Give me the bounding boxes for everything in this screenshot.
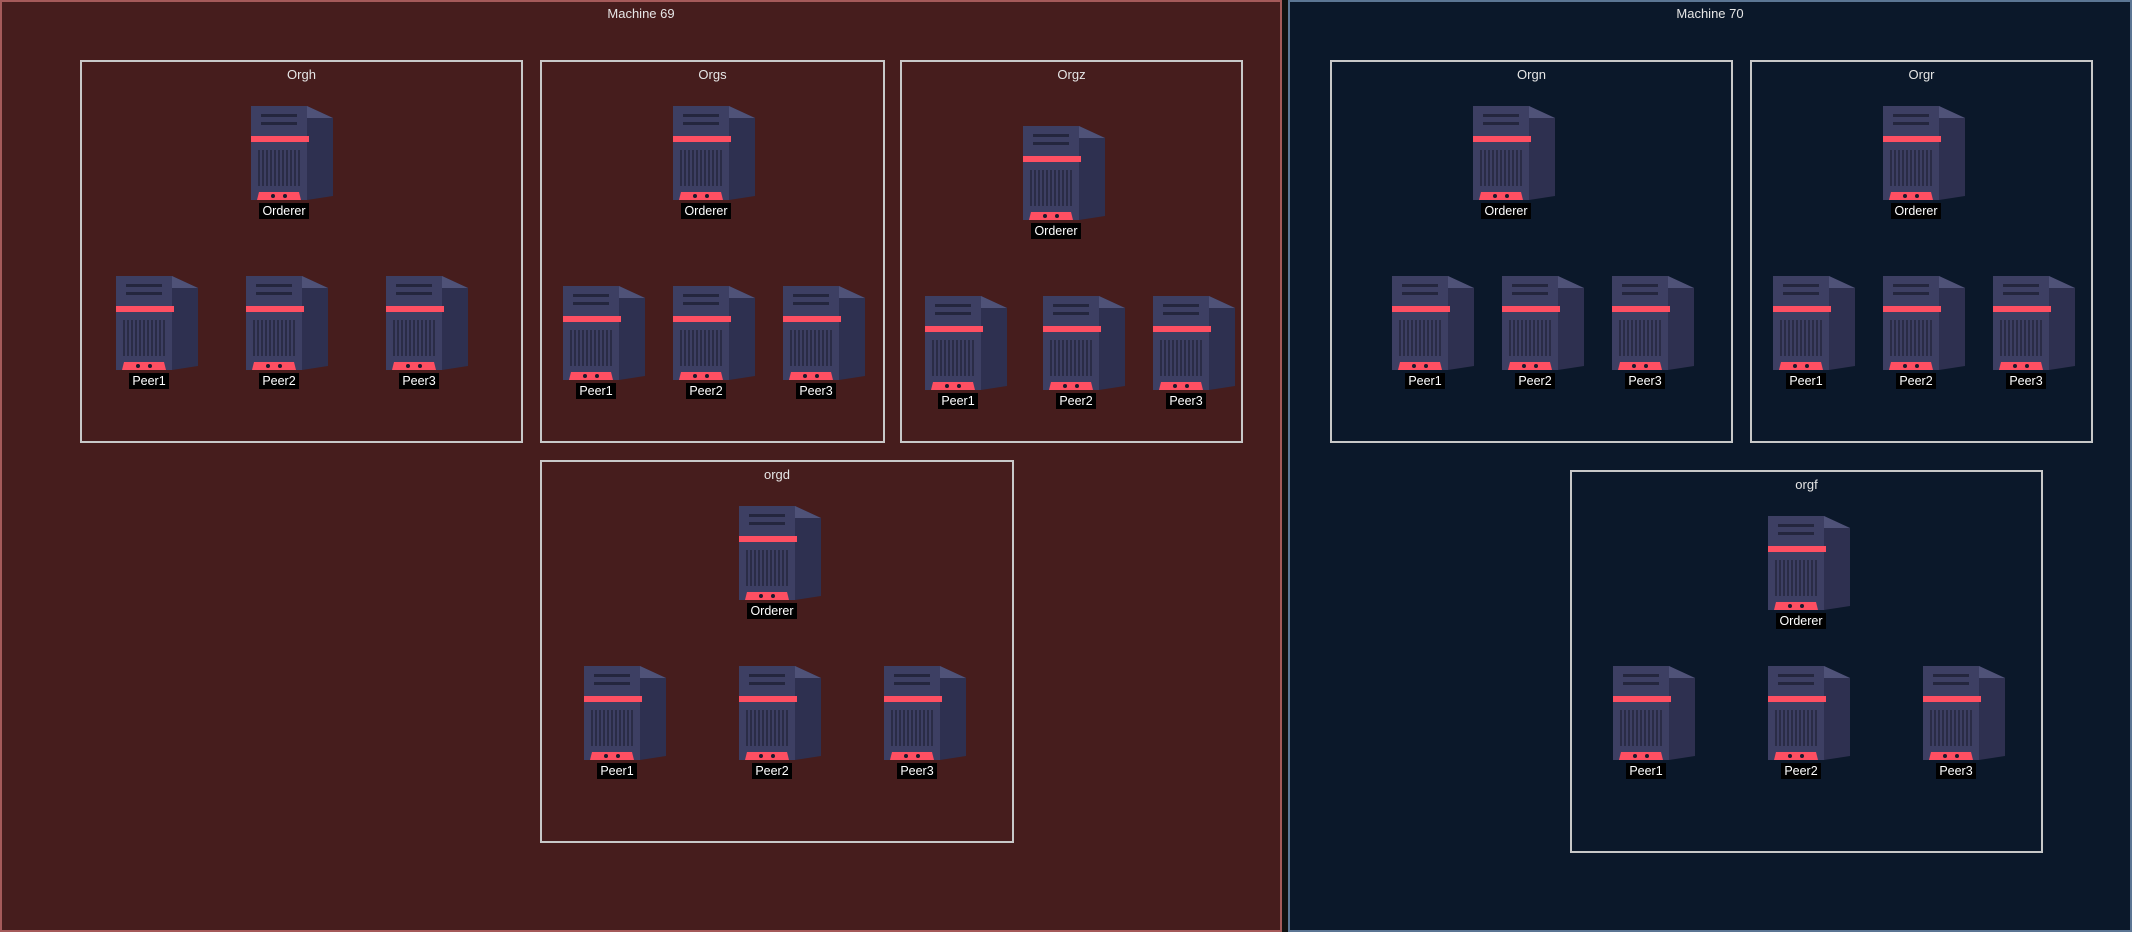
peer-node[interactable]: Peer3 — [1131, 292, 1241, 416]
peer-node[interactable]: Peer1 — [541, 282, 651, 406]
orderer-node[interactable]: Orderer — [229, 102, 339, 226]
org-title: Orgr — [1908, 67, 1935, 82]
peer-label: Peer1 — [1405, 373, 1445, 389]
peer-node[interactable]: Peer3 — [1971, 272, 2081, 396]
peer-label: Peer3 — [2006, 373, 2046, 389]
orderer-node[interactable]: Orderer — [1746, 512, 1856, 636]
org-orgz[interactable]: Orgz Orderer Peer1 Peer2 Peer3 — [900, 60, 1243, 443]
org-orgr[interactable]: Orgr Orderer Peer1 Peer2 Peer3 — [1750, 60, 2093, 443]
peer-label: Peer2 — [752, 763, 792, 779]
machine-title: Machine 69 — [607, 6, 675, 21]
org-title: Orgs — [698, 67, 727, 82]
machine-title: Machine 70 — [1676, 6, 1744, 21]
peer-label: Peer2 — [259, 373, 299, 389]
peer-label: Peer2 — [1515, 373, 1555, 389]
org-title: orgf — [1795, 477, 1818, 492]
peer-node[interactable]: Peer2 — [1021, 292, 1131, 416]
org-title: Orgn — [1517, 67, 1546, 82]
peer-node[interactable]: Peer3 — [1590, 272, 1700, 396]
peer-node[interactable]: Peer2 — [651, 282, 761, 406]
peer-label: Peer1 — [597, 763, 637, 779]
peer-label: Peer1 — [1786, 373, 1826, 389]
orderer-node[interactable]: Orderer — [1451, 102, 1561, 226]
machine-70[interactable]: Machine 70 Orgn Orderer Peer1 Peer2 Peer… — [1288, 0, 2132, 932]
orderer-label: Orderer — [681, 203, 731, 219]
peer-label: Peer1 — [938, 393, 978, 409]
org-orgf[interactable]: orgf Orderer Peer1 Peer2 Peer3 — [1570, 470, 2043, 853]
peer-node[interactable]: Peer1 — [1751, 272, 1861, 396]
machine-69[interactable]: Machine 69 Orgh Orderer Peer1 Peer2 Peer… — [0, 0, 1282, 932]
peer-node[interactable]: Peer1 — [903, 292, 1013, 416]
orderer-label: Orderer — [1481, 203, 1531, 219]
peer-label: Peer3 — [897, 763, 937, 779]
org-title: Orgz — [1057, 67, 1086, 82]
orderer-label: Orderer — [747, 603, 797, 619]
orderer-node[interactable]: Orderer — [651, 102, 761, 226]
peer-label: Peer3 — [1936, 763, 1976, 779]
orderer-node[interactable]: Orderer — [1861, 102, 1971, 226]
peer-node[interactable]: Peer2 — [224, 272, 334, 396]
org-title: Orgh — [287, 67, 316, 82]
peer-label: Peer3 — [796, 383, 836, 399]
orderer-label: Orderer — [1776, 613, 1826, 629]
org-orgn[interactable]: Orgn Orderer Peer1 Peer2 Peer3 — [1330, 60, 1733, 443]
peer-node[interactable]: Peer1 — [94, 272, 204, 396]
peer-node[interactable]: Peer1 — [1370, 272, 1480, 396]
peer-node[interactable]: Peer3 — [1901, 662, 2011, 786]
org-orgh[interactable]: Orgh Orderer Peer1 Peer2 Peer3 — [80, 60, 523, 443]
orderer-node[interactable]: Orderer — [1001, 122, 1111, 246]
peer-node[interactable]: Peer1 — [1591, 662, 1701, 786]
peer-label: Peer1 — [576, 383, 616, 399]
peer-node[interactable]: Peer3 — [364, 272, 474, 396]
peer-label: Peer1 — [129, 373, 169, 389]
org-title: orgd — [763, 467, 791, 482]
org-orgs[interactable]: Orgs Orderer Peer1 Peer2 Peer3 — [540, 60, 885, 443]
peer-node[interactable]: Peer2 — [1746, 662, 1856, 786]
peer-node[interactable]: Peer1 — [562, 662, 672, 786]
peer-node[interactable]: Peer3 — [862, 662, 972, 786]
peer-label: Peer2 — [1896, 373, 1936, 389]
orderer-label: Orderer — [1891, 203, 1941, 219]
orderer-label: Orderer — [1031, 223, 1081, 239]
peer-node[interactable]: Peer2 — [1480, 272, 1590, 396]
peer-node[interactable]: Peer2 — [1861, 272, 1971, 396]
org-orgd[interactable]: orgd Orderer Peer1 Peer2 Peer3 — [540, 460, 1014, 843]
peer-label: Peer3 — [1166, 393, 1206, 409]
peer-label: Peer3 — [399, 373, 439, 389]
peer-node[interactable]: Peer3 — [761, 282, 871, 406]
peer-node[interactable]: Peer2 — [717, 662, 827, 786]
peer-label: Peer2 — [1056, 393, 1096, 409]
peer-label: Peer3 — [1625, 373, 1665, 389]
orderer-label: Orderer — [259, 203, 309, 219]
orderer-node[interactable]: Orderer — [717, 502, 827, 626]
peer-label: Peer2 — [686, 383, 726, 399]
peer-label: Peer1 — [1626, 763, 1666, 779]
peer-label: Peer2 — [1781, 763, 1821, 779]
